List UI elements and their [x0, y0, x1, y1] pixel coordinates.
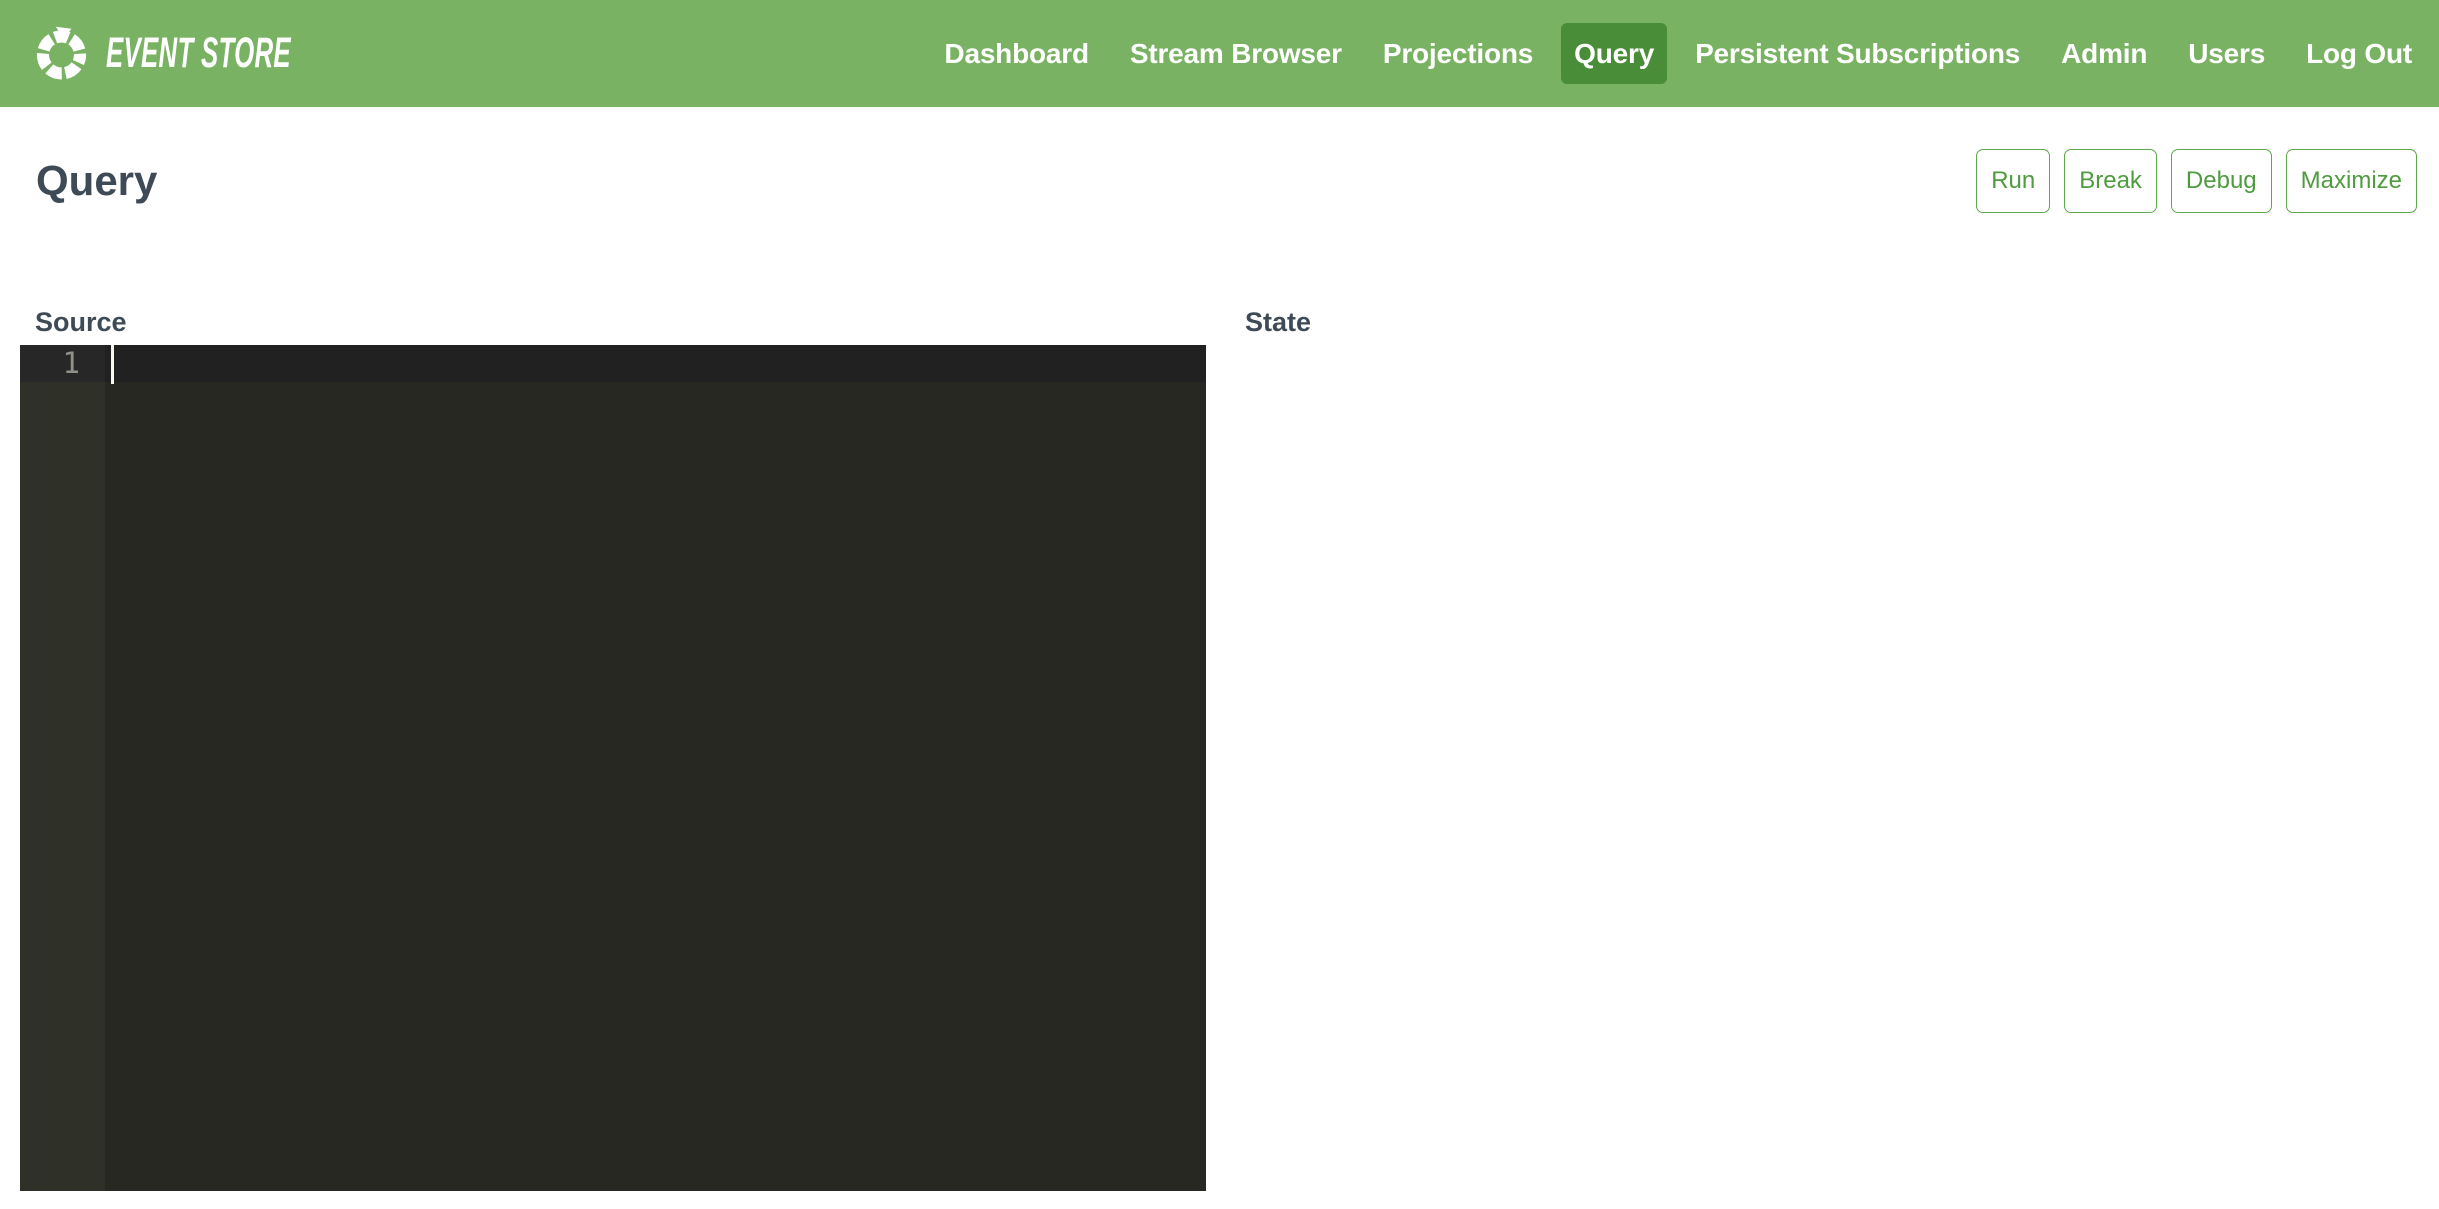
state-label: State — [1245, 307, 2419, 338]
query-page: Query Run Break Debug Maximize Source 1 … — [0, 149, 2439, 1191]
panels-row: Source 1 State — [0, 307, 2439, 1191]
query-toolbar: Run Break Debug Maximize — [1976, 149, 2417, 213]
run-button[interactable]: Run — [1976, 149, 2050, 213]
editor-gutter — [20, 345, 105, 1191]
nav-item-dashboard[interactable]: Dashboard — [944, 38, 1088, 70]
event-store-logo[interactable]: EVENT STORE . — [33, 25, 278, 82]
editor-gutter-active-cell: 1 — [20, 345, 105, 382]
page-header: Query Run Break Debug Maximize — [36, 149, 2417, 213]
nav-item-persistent-subscriptions[interactable]: Persistent Subscriptions — [1695, 38, 2020, 70]
main-nav: Dashboard Stream Browser Projections Que… — [944, 23, 2412, 84]
brand-name-wrap: EVENT STORE — [106, 29, 274, 78]
state-content — [1230, 345, 2419, 545]
text-cursor-icon — [111, 345, 114, 384]
editor-active-line — [20, 345, 1206, 382]
state-panel: State — [1206, 307, 2419, 1191]
nav-item-projections[interactable]: Projections — [1383, 38, 1533, 70]
brand-name: EVENT STORE — [106, 29, 291, 78]
source-panel: Source 1 — [20, 307, 1206, 1191]
top-navbar: EVENT STORE . Dashboard Stream Browser P… — [0, 0, 2439, 107]
maximize-button[interactable]: Maximize — [2286, 149, 2417, 213]
query-source-editor[interactable]: 1 — [20, 345, 1206, 1191]
source-label: Source — [35, 307, 1206, 338]
page-title: Query — [36, 157, 157, 205]
nav-item-query[interactable]: Query — [1561, 23, 1667, 84]
debug-button[interactable]: Debug — [2171, 149, 2272, 213]
event-store-logo-icon — [33, 25, 90, 82]
nav-item-users[interactable]: Users — [2188, 38, 2265, 70]
break-button[interactable]: Break — [2064, 149, 2157, 213]
nav-item-admin[interactable]: Admin — [2061, 38, 2147, 70]
editor-line-number: 1 — [20, 345, 105, 382]
nav-item-log-out[interactable]: Log Out — [2306, 38, 2412, 70]
nav-item-stream-browser[interactable]: Stream Browser — [1130, 38, 1342, 70]
